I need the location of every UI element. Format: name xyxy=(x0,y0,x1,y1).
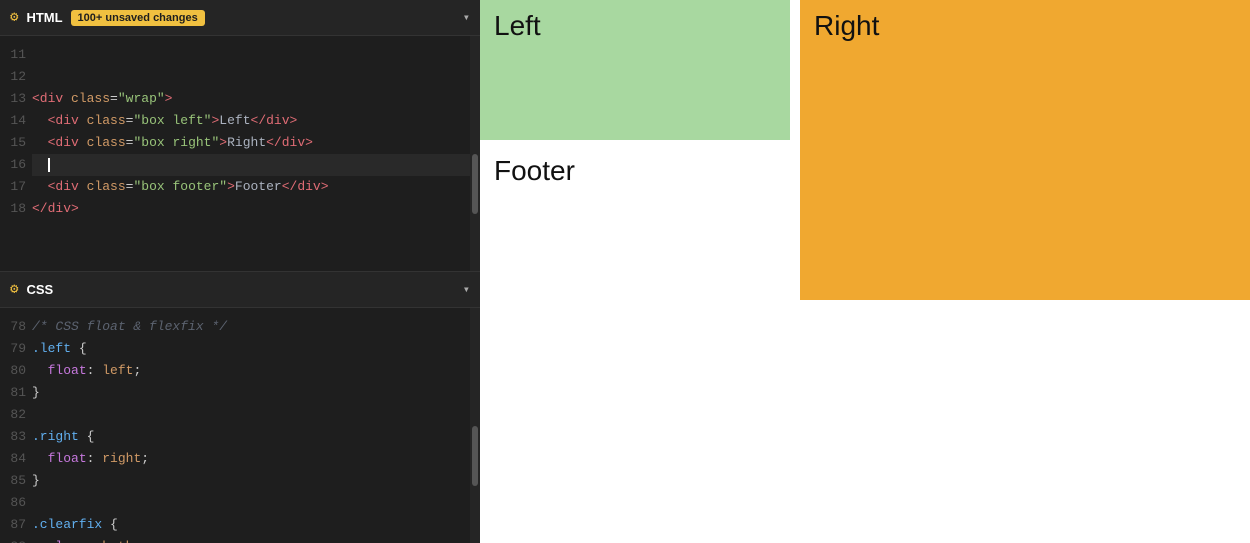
html-scrollbar-thumb[interactable] xyxy=(472,154,478,214)
preview-left-box: Left xyxy=(480,0,790,140)
css-code-lines[interactable]: /* CSS float & flexfix */.left { float: … xyxy=(32,308,470,543)
css-icon: ⚙ xyxy=(10,281,18,298)
html-icon: ⚙ xyxy=(10,9,18,26)
css-scrollbar-thumb[interactable] xyxy=(472,426,478,486)
unsaved-badge: 100+ unsaved changes xyxy=(71,10,205,26)
preview-panel: Left Right Footer xyxy=(480,0,1250,543)
html-chevron[interactable]: ▾ xyxy=(463,10,470,25)
preview-footer-label: Footer xyxy=(480,145,589,197)
css-section: ⚙ CSS ▾ 78 79 80 81 82 83 84 85 86 87 88… xyxy=(0,272,480,543)
css-title: CSS xyxy=(26,282,53,297)
html-section: ⚙ HTML 100+ unsaved changes ▾ 11 12 13 1… xyxy=(0,0,480,271)
html-code-area[interactable]: 11 12 13 14 15 16 17 18 <div class="wrap… xyxy=(0,36,480,271)
preview-right-box: Right xyxy=(800,0,1250,300)
preview-right-label: Right xyxy=(800,0,1250,52)
preview-left-label: Left xyxy=(480,0,790,52)
html-header: ⚙ HTML 100+ unsaved changes ▾ xyxy=(0,0,480,36)
html-line-numbers: 11 12 13 14 15 16 17 18 xyxy=(0,36,32,271)
css-scrollbar[interactable] xyxy=(470,308,480,543)
html-title: HTML xyxy=(26,10,62,25)
css-line-numbers: 78 79 80 81 82 83 84 85 86 87 88 89 xyxy=(0,308,32,543)
html-scrollbar[interactable] xyxy=(470,36,480,271)
html-code-lines[interactable]: <div class="wrap"> <div class="box left"… xyxy=(32,36,470,271)
css-chevron[interactable]: ▾ xyxy=(463,282,470,297)
editor-panel: ⚙ HTML 100+ unsaved changes ▾ 11 12 13 1… xyxy=(0,0,480,543)
css-header: ⚙ CSS ▾ xyxy=(0,272,480,308)
css-code-area[interactable]: 78 79 80 81 82 83 84 85 86 87 88 89 /* C… xyxy=(0,308,480,543)
